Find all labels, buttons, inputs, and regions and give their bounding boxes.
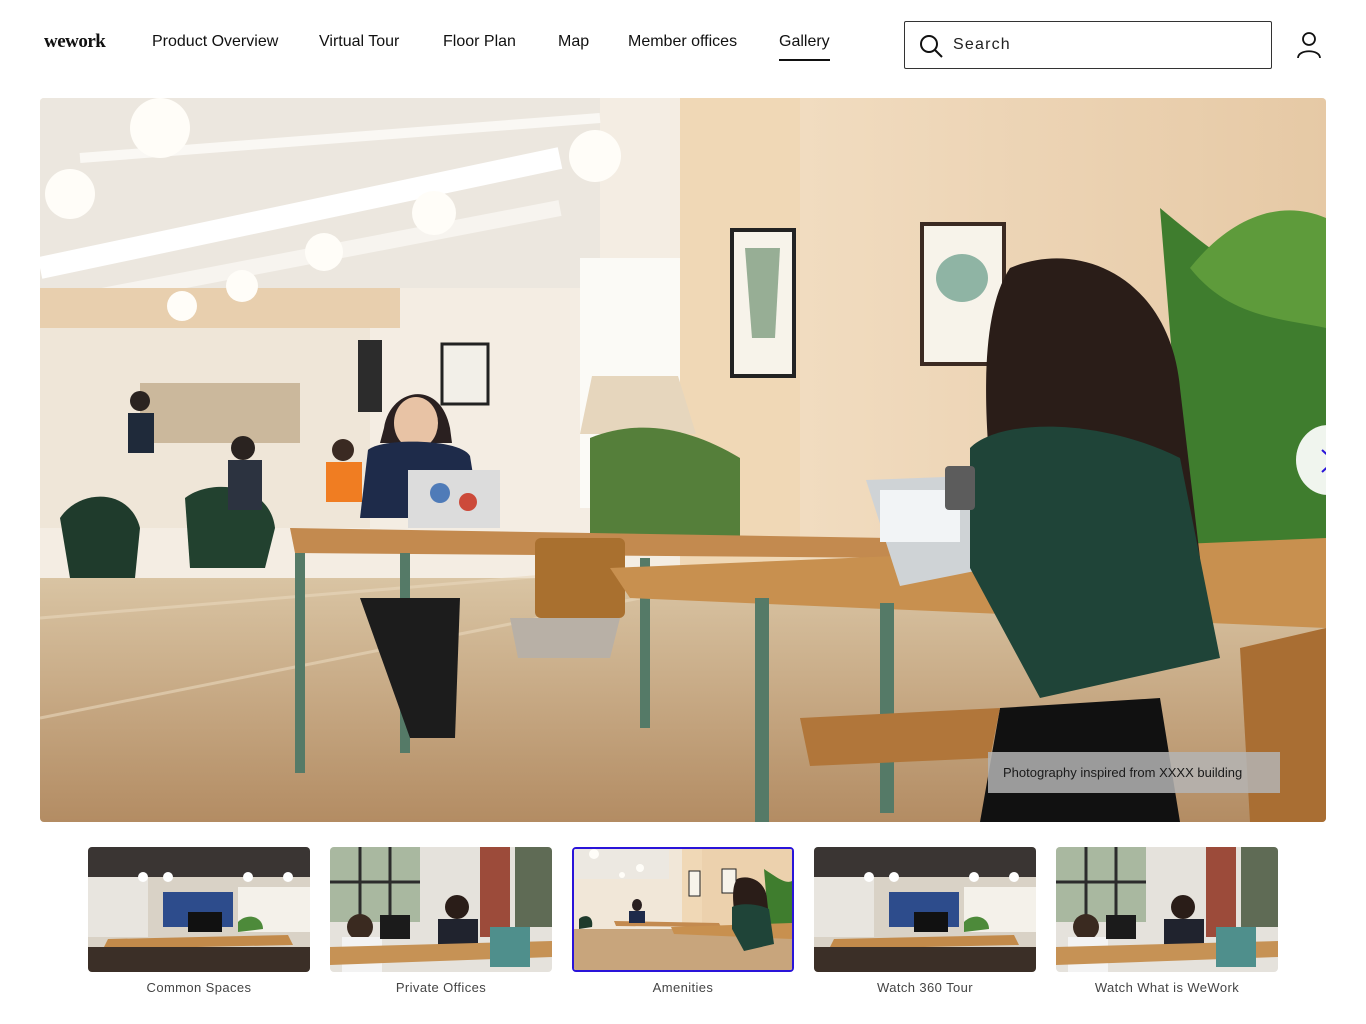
gallery-thumbnails: Common Spaces Private Offices Amenities … [0, 847, 1366, 1007]
thumbnail-watch-what-is-wework[interactable]: Watch What is WeWork [1056, 847, 1278, 995]
wework-logo[interactable]: wework [44, 31, 106, 53]
thumbnail-label: Amenities [652, 980, 714, 995]
hero-gallery-image: Photography inspired from XXXX building [40, 98, 1326, 822]
thumbnail-image [88, 847, 310, 972]
thumbnail-image [1056, 847, 1278, 972]
chevron-right-icon [1321, 449, 1326, 473]
search-input[interactable] [953, 22, 1253, 68]
thumbnail-private-offices[interactable]: Private Offices [330, 847, 552, 995]
thumbnail-label: Watch 360 Tour [877, 980, 973, 995]
thumbnail-common-spaces[interactable]: Common Spaces [88, 847, 310, 995]
photo-caption: Photography inspired from XXXX building [988, 752, 1280, 793]
thumbnail-amenities[interactable]: Amenities [572, 847, 794, 995]
office-photo [40, 98, 1326, 822]
nav-product-overview[interactable]: Product Overview [152, 33, 278, 51]
search-icon [920, 35, 943, 58]
thumbnail-label: Watch What is WeWork [1094, 980, 1240, 995]
thumbnail-image [330, 847, 552, 972]
thumbnail-label: Private Offices [395, 980, 487, 995]
nav-map[interactable]: Map [558, 33, 589, 51]
nav-floor-plan[interactable]: Floor Plan [443, 33, 516, 51]
nav-gallery[interactable]: Gallery [779, 33, 830, 61]
thumbnail-image [572, 847, 794, 972]
nav-virtual-tour[interactable]: Virtual Tour [319, 33, 399, 51]
thumbnail-label: Common Spaces [146, 980, 252, 995]
top-header: wework Product Overview Virtual Tour Flo… [0, 0, 1366, 90]
search-box[interactable] [904, 21, 1272, 69]
thumbnail-watch-360-tour[interactable]: Watch 360 Tour [814, 847, 1036, 995]
user-icon[interactable] [1296, 31, 1322, 59]
nav-member-offices[interactable]: Member offices [628, 33, 737, 51]
thumbnail-image [814, 847, 1036, 972]
